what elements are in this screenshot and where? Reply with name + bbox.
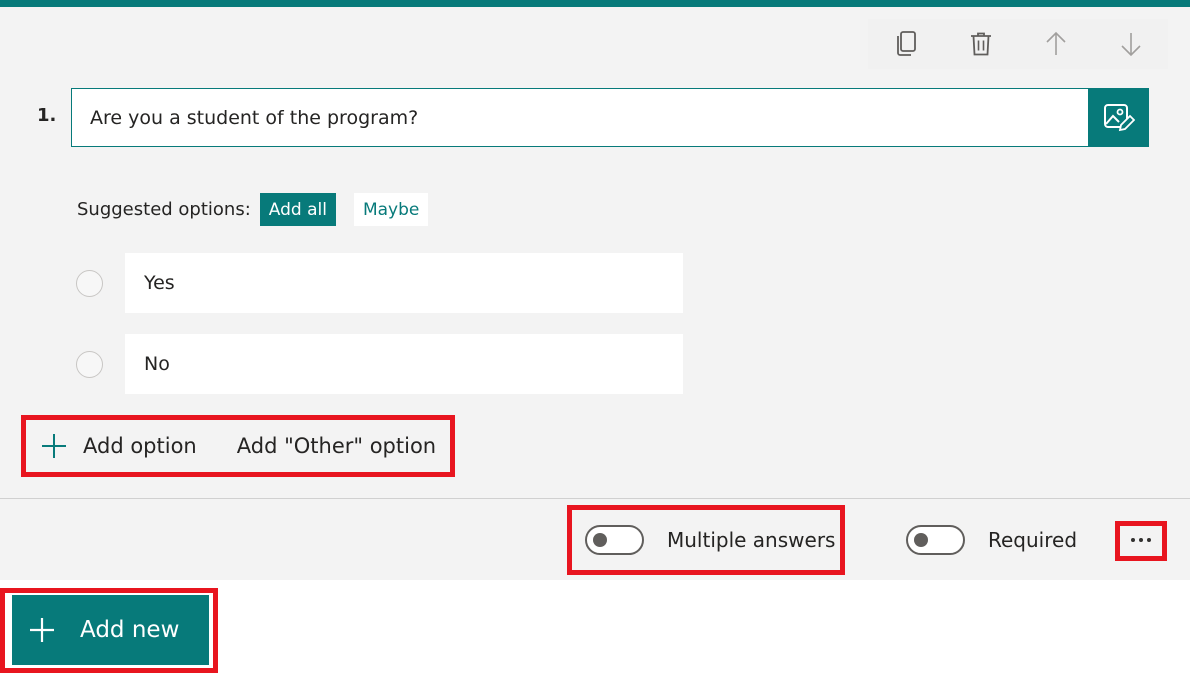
option-input[interactable]: Yes	[125, 253, 683, 313]
add-new-button[interactable]: Add new	[12, 595, 209, 665]
question-number: 1.	[37, 105, 57, 126]
copy-icon	[897, 31, 916, 56]
add-other-option-button[interactable]: Add "Other" option	[237, 434, 436, 458]
trash-icon	[971, 32, 991, 56]
arrow-down-icon	[1121, 33, 1141, 57]
suggested-options-label: Suggested options:	[77, 199, 251, 220]
ellipsis-icon	[1147, 538, 1151, 542]
add-options-row: Add option Add "Other" option	[26, 417, 436, 475]
ellipsis-icon	[1139, 538, 1143, 542]
ellipsis-icon	[1131, 538, 1135, 542]
add-new-label: Add new	[80, 617, 180, 643]
add-all-button[interactable]: Add all	[259, 193, 336, 226]
toggle-knob	[593, 533, 607, 547]
multiple-answers-label: Multiple answers	[667, 528, 836, 552]
copy-question-button[interactable]	[886, 19, 926, 69]
multiple-answers-toggle[interactable]	[585, 525, 644, 555]
more-settings-button[interactable]	[1120, 529, 1162, 551]
suggested-options: Suggested options: Add all Maybe	[77, 193, 429, 226]
footer-divider	[0, 498, 1190, 499]
arrow-up-icon	[1046, 31, 1066, 55]
multiple-answers-setting: Multiple answers	[585, 525, 835, 555]
question-toolbar	[868, 19, 1168, 69]
add-option-label: Add option	[83, 434, 197, 458]
move-up-button[interactable]	[1036, 19, 1076, 69]
required-setting: Required	[906, 525, 1077, 555]
option-row: Yes	[76, 253, 686, 313]
add-option-button[interactable]: Add option	[26, 433, 197, 459]
move-down-button[interactable]	[1111, 19, 1151, 69]
toggle-knob	[914, 533, 928, 547]
question-card: 1. Are you a student of the program? Sug…	[0, 7, 1190, 580]
option-input[interactable]: No	[125, 334, 683, 394]
option-row: No	[76, 334, 686, 394]
insert-media-button[interactable]	[1088, 88, 1149, 147]
image-edit-icon	[1103, 103, 1135, 131]
plus-icon	[30, 618, 54, 642]
accent-top-bar	[0, 0, 1190, 7]
required-label: Required	[988, 528, 1078, 552]
required-toggle[interactable]	[906, 525, 965, 555]
option-radio	[76, 351, 103, 378]
option-radio	[76, 270, 103, 297]
suggestion-chip-maybe[interactable]: Maybe	[353, 193, 429, 226]
delete-question-button[interactable]	[961, 19, 1001, 69]
plus-icon	[42, 434, 66, 458]
question-title-input[interactable]: Are you a student of the program?	[71, 88, 1089, 147]
